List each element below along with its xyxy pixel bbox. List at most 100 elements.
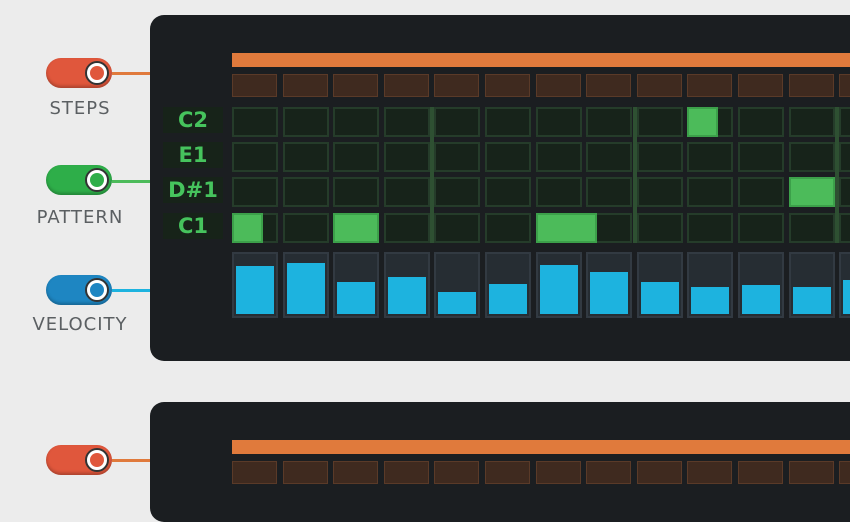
grid-cell[interactable]	[636, 142, 683, 172]
step-led	[232, 461, 277, 484]
grid-cell[interactable]	[232, 177, 278, 207]
grid-cell[interactable]	[383, 177, 430, 207]
pattern-toggle-knob	[85, 168, 109, 192]
steps-label: STEPS	[49, 98, 111, 119]
grid-cell[interactable]	[333, 142, 380, 172]
step-led	[738, 461, 783, 484]
velocity-slot[interactable]	[535, 252, 582, 318]
velocity-slot[interactable]	[839, 252, 850, 318]
grid-cell[interactable]	[738, 177, 784, 207]
grid-cell[interactable]	[485, 213, 531, 243]
step-led	[636, 74, 682, 97]
grid-cell[interactable]	[586, 107, 633, 137]
grid-cell[interactable]	[738, 107, 784, 137]
velocity-bar	[489, 284, 527, 314]
grid-cell[interactable]	[485, 142, 531, 172]
grid-cell[interactable]	[839, 213, 850, 243]
note-label-e1: E1	[163, 142, 223, 168]
velocity-slot[interactable]	[738, 252, 784, 318]
step-led	[586, 74, 632, 97]
velocity-bar	[691, 286, 730, 314]
grid-cell[interactable]	[788, 142, 835, 172]
grid-cell[interactable]	[535, 177, 582, 207]
step-led	[788, 74, 834, 97]
velocity-slot[interactable]	[687, 252, 734, 318]
grid-cell[interactable]	[485, 107, 531, 137]
steps-toggle-knob	[85, 61, 109, 85]
steps-lead-line-2	[112, 459, 150, 462]
grid-cell[interactable]	[586, 142, 633, 172]
grid-cell[interactable]	[485, 177, 531, 207]
grid-cell[interactable]	[636, 213, 683, 243]
grid-cell[interactable]	[434, 107, 481, 137]
velocity-slot[interactable]	[383, 252, 430, 318]
velocity-bar	[742, 285, 780, 314]
step-led	[687, 74, 733, 97]
note-block[interactable]	[333, 213, 380, 243]
grid-cell[interactable]	[282, 177, 329, 207]
note-block[interactable]	[535, 213, 597, 243]
note-label-c2: C2	[163, 107, 223, 133]
step-led	[586, 461, 632, 484]
grid-cell[interactable]	[738, 142, 784, 172]
grid-cell[interactable]	[434, 142, 481, 172]
grid-cell[interactable]	[738, 213, 784, 243]
grid-cell[interactable]	[383, 107, 430, 137]
grid-cell[interactable]	[333, 177, 380, 207]
grid-cell[interactable]	[383, 142, 430, 172]
note-label-c1: C1	[163, 213, 223, 239]
step-led	[788, 461, 834, 484]
grid-cell[interactable]	[282, 142, 329, 172]
velocity-toggle[interactable]	[46, 275, 112, 305]
grid-cell[interactable]	[383, 213, 430, 243]
grid-cell[interactable]	[333, 107, 380, 137]
grid-cell[interactable]	[232, 107, 278, 137]
grid-cell[interactable]	[586, 177, 633, 207]
step-led	[282, 461, 328, 484]
step-led	[839, 461, 850, 484]
velocity-slot[interactable]	[282, 252, 329, 318]
note-block[interactable]	[788, 177, 835, 207]
steps-toggle[interactable]	[46, 58, 112, 88]
step-led	[738, 74, 783, 97]
velocity-slot[interactable]	[485, 252, 531, 318]
steps-lead-line	[112, 72, 150, 75]
steps-toggle-2[interactable]	[46, 445, 112, 475]
grid-cell[interactable]	[687, 213, 734, 243]
grid-cell[interactable]	[636, 177, 683, 207]
grid-cell[interactable]	[535, 107, 582, 137]
grid-cell[interactable]	[434, 213, 481, 243]
velocity-slot[interactable]	[788, 252, 835, 318]
velocity-slot[interactable]	[586, 252, 633, 318]
grid-cell[interactable]	[839, 142, 850, 172]
step-led	[485, 461, 530, 484]
velocity-slot[interactable]	[434, 252, 481, 318]
grid-cell[interactable]	[687, 142, 734, 172]
grid-cell[interactable]	[282, 213, 329, 243]
grid-cell[interactable]	[788, 213, 835, 243]
velocity-bar	[792, 286, 831, 314]
grid-cell[interactable]	[434, 177, 481, 207]
velocity-slot[interactable]	[636, 252, 683, 318]
grid-cell[interactable]	[232, 142, 278, 172]
grid-cell[interactable]	[687, 177, 734, 207]
velocity-slot[interactable]	[333, 252, 380, 318]
velocity-bar	[337, 281, 376, 314]
grid-cell[interactable]	[839, 177, 850, 207]
velocity-slot[interactable]	[232, 252, 278, 318]
step-led	[839, 74, 850, 97]
note-label-d-sharp-1: D#1	[163, 177, 223, 203]
step-led	[687, 461, 733, 484]
step-progress-bar	[232, 53, 850, 67]
grid-cell[interactable]	[788, 107, 835, 137]
bar-divider	[430, 107, 435, 243]
velocity-bar	[640, 282, 679, 314]
velocity-toggle-knob	[85, 278, 109, 302]
grid-cell[interactable]	[636, 107, 683, 137]
grid-cell[interactable]	[282, 107, 329, 137]
grid-cell[interactable]	[535, 142, 582, 172]
pattern-toggle[interactable]	[46, 165, 112, 195]
note-block[interactable]	[232, 213, 263, 243]
grid-cell[interactable]	[839, 107, 850, 137]
note-block[interactable]	[687, 107, 719, 137]
